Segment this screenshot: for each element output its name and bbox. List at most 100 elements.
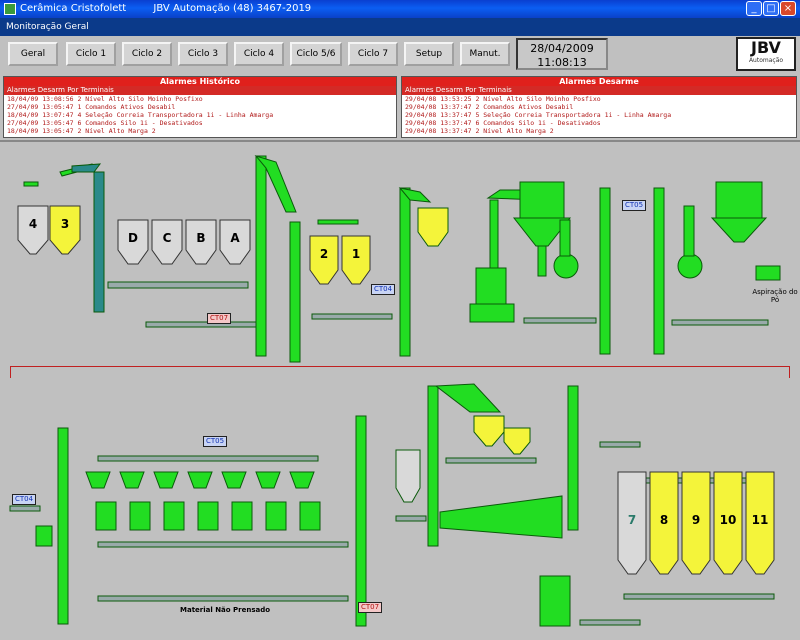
ciclo-4-button[interactable]: Ciclo 4	[234, 42, 284, 66]
alarm-history-row[interactable]: 27/04/09 13:05:47 6 Comandos Silo 1i - D…	[4, 119, 396, 127]
conveyor-right-lower-1[interactable]	[599, 441, 641, 448]
press-6[interactable]	[265, 501, 287, 531]
alarm-active-header[interactable]: Alarmes Desarm Por Terminais	[402, 86, 796, 95]
ciclo-2-button[interactable]: Ciclo 2	[122, 42, 172, 66]
alarm-history-row[interactable]: 18/04/09 13:07:47 4 Seleção Correia Tran…	[4, 111, 396, 119]
press-unit[interactable]	[539, 575, 571, 627]
manut-button[interactable]: Manut.	[460, 42, 510, 66]
alarm-history-title: Alarmes Histórico	[4, 77, 396, 86]
press-feeder-7[interactable]	[289, 471, 315, 489]
tag-ct05-bottom[interactable]: CT05	[203, 436, 228, 447]
bucket-elevator-5[interactable]	[599, 187, 611, 355]
press-feeder-5[interactable]	[221, 471, 247, 489]
mill-body[interactable]	[475, 267, 507, 305]
silo-8-label: 8	[660, 513, 668, 527]
press-3[interactable]	[163, 501, 185, 531]
bucket-elevator-10[interactable]	[567, 385, 579, 531]
close-button[interactable]: ×	[780, 1, 796, 16]
conveyor-ct07-top[interactable]	[145, 321, 257, 328]
press-4[interactable]	[197, 501, 219, 531]
silo-10-label: 10	[720, 513, 737, 527]
bin-d-label: D	[128, 231, 138, 245]
tag-ct04-top[interactable]: CT04	[371, 284, 396, 295]
bucket-elevator-7[interactable]	[57, 427, 69, 625]
app-window: Cerâmica Cristofolett JBV Automação (48)…	[0, 0, 800, 640]
fan-mill[interactable]	[553, 253, 579, 279]
alarm-history-row[interactable]: 18/04/09 13:05:47 2 Nível Alto Marga 2	[4, 127, 396, 135]
bucket-elevator-3[interactable]	[289, 221, 301, 363]
alarm-history-row[interactable]: 18/04/09 13:08:56 2 Nível Alto Silo Moin…	[4, 95, 396, 103]
alarm-active-row[interactable]: 29/04/08 13:53:25 2 Nível Alto Silo Moin…	[402, 95, 796, 103]
conveyor-right[interactable]	[671, 319, 769, 326]
bucket-elevator-1[interactable]	[93, 171, 105, 313]
dust-aspiration-unit[interactable]	[755, 265, 781, 281]
silo-4-label: 4	[29, 217, 37, 231]
press-feeder-1[interactable]	[85, 471, 111, 489]
geral-button[interactable]: Geral	[8, 42, 58, 66]
press-feeder-3[interactable]	[153, 471, 179, 489]
alarm-active-row[interactable]: 29/04/08 13:37:47 5 Seleção Correia Tran…	[402, 111, 796, 119]
press-1[interactable]	[95, 501, 117, 531]
tag-ct07-bottom[interactable]: CT07	[358, 602, 383, 613]
conveyor-hoppers-lower[interactable]	[445, 457, 537, 464]
press-5[interactable]	[231, 501, 253, 531]
tag-ct05-top[interactable]: CT05	[622, 200, 647, 211]
bucket-elevator-9[interactable]	[427, 385, 439, 547]
bucket-elevator-8[interactable]	[355, 415, 367, 627]
ciclo-3-button[interactable]: Ciclo 3	[178, 42, 228, 66]
elevator-9-chute	[434, 383, 502, 413]
press-feeder-2[interactable]	[119, 471, 145, 489]
dust-aspiration-caption: Aspiração do Pó	[752, 288, 798, 304]
alarm-active-row[interactable]: 29/04/08 13:37:47 2 Comandos Ativos Desa…	[402, 103, 796, 111]
ciclo-5-6-button[interactable]: Ciclo 5/6	[290, 42, 342, 66]
bin-c-label: C	[163, 231, 172, 245]
conveyor-silos-bottom[interactable]	[623, 593, 775, 600]
press-feeder-6[interactable]	[255, 471, 281, 489]
silo-2-label: 2	[320, 247, 328, 261]
alarm-history-row[interactable]: 27/04/09 13:05:47 1 Comandos Ativos Desa…	[4, 103, 396, 111]
conveyor-ct04[interactable]	[311, 313, 393, 320]
tag-ct04-bottom[interactable]: CT04	[12, 494, 37, 505]
menu-monitoracao[interactable]: Monitoração Geral	[6, 22, 89, 32]
tag-ct07-top[interactable]: CT07	[207, 313, 232, 324]
bucket-elevator-2[interactable]	[255, 155, 267, 357]
alarm-active-row[interactable]: 29/04/08 13:37:47 2 Nível Alto Marga 2	[402, 127, 796, 135]
alarm-history-panel[interactable]: Alarmes Histórico Alarmes Desarm Por Ter…	[3, 76, 397, 138]
filter-mill[interactable]	[519, 181, 565, 219]
maximize-button[interactable]: □	[763, 1, 779, 16]
feeder-bottom-left[interactable]	[35, 525, 53, 547]
hopper-lower-2[interactable]	[503, 427, 531, 455]
alarm-active-row[interactable]: 29/04/08 13:37:47 6 Comandos Silo 1i - D…	[402, 119, 796, 127]
press-feeder-4[interactable]	[187, 471, 213, 489]
fan-right[interactable]	[677, 253, 703, 279]
conveyor-ct05-bottom[interactable]	[97, 455, 319, 462]
cyclone-right[interactable]	[710, 217, 768, 243]
feeder-silos-1-2[interactable]	[317, 219, 359, 225]
silo-lower-mid[interactable]	[395, 449, 421, 503]
bin-a-label: A	[230, 231, 240, 245]
logo-tagline: Automação	[748, 57, 784, 64]
bucket-elevator-4[interactable]	[399, 187, 411, 357]
conveyor-ct07-bottom[interactable]	[97, 595, 349, 602]
silo-1-label: 1	[352, 247, 360, 261]
hopper-lower-1[interactable]	[473, 415, 505, 447]
conveyor-press[interactable]	[579, 619, 641, 626]
alarm-active-panel[interactable]: Alarmes Desarme Alarmes Desarm Por Termi…	[401, 76, 797, 138]
bucket-elevator-6[interactable]	[653, 187, 665, 355]
ciclo-7-button[interactable]: Ciclo 7	[348, 42, 398, 66]
minimize-button[interactable]: _	[746, 1, 762, 16]
ciclo-1-button[interactable]: Ciclo 1	[66, 42, 116, 66]
hopper-mill-feed[interactable]	[417, 207, 449, 247]
setup-button[interactable]: Setup	[404, 42, 454, 66]
conveyor-mill-out[interactable]	[523, 317, 597, 324]
press-7[interactable]	[299, 501, 321, 531]
process-diagram: 4 3 D C B A 2 1 7 8 9 10 11	[9, 155, 781, 627]
press-2[interactable]	[129, 501, 151, 531]
filter-right[interactable]	[715, 181, 763, 219]
feeder-top-left[interactable]	[23, 181, 39, 187]
conveyor-under-silo[interactable]	[395, 515, 427, 522]
conveyor-ct04-bottom[interactable]	[9, 505, 41, 512]
conveyor-bins[interactable]	[107, 281, 249, 289]
alarm-history-header[interactable]: Alarmes Desarm Por Terminais	[4, 86, 396, 95]
conveyor-distribution[interactable]	[97, 541, 349, 548]
